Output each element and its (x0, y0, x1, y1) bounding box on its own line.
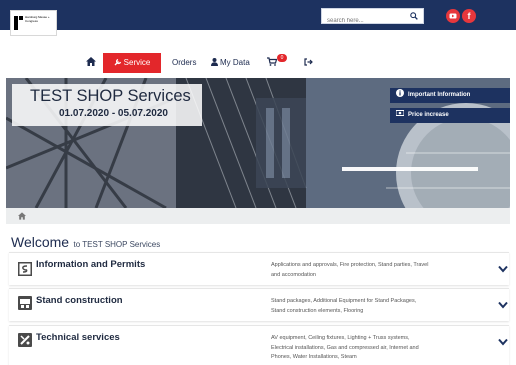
service-title: Information and Permits (36, 259, 146, 270)
service-title: Stand construction (36, 295, 123, 306)
logo-mark-dot (19, 16, 23, 20)
hero-title-panel: TEST SHOP Services 01.07.2020 - 05.07.20… (12, 84, 202, 126)
hero-title: TEST SHOP Services (30, 87, 191, 105)
main-nav: Service Orders My Data 0 (0, 48, 516, 78)
search-icon[interactable] (410, 12, 418, 20)
permit-document-icon (18, 262, 32, 276)
money-icon (396, 110, 404, 116)
info-icon (396, 89, 404, 97)
search-box[interactable] (321, 8, 424, 28)
facebook-icon[interactable]: f (462, 9, 476, 23)
nav-mydata[interactable]: My Data (211, 53, 250, 73)
service-title: Technical services (36, 332, 120, 343)
nav-mydata-label: My Data (220, 58, 250, 67)
nav-service[interactable]: Service (103, 53, 161, 73)
home-icon (86, 57, 96, 66)
nav-orders[interactable]: Orders (172, 53, 196, 73)
service-description: Stand packages, Additional Equipment for… (271, 298, 417, 314)
service-description: Applications and approvals, Fire protect… (271, 262, 429, 278)
important-information-link[interactable]: Important Information (390, 88, 510, 103)
breadcrumb (6, 208, 510, 224)
logo-text: Hamburg Messe + Congress (25, 15, 50, 23)
chevron-down-icon[interactable] (498, 338, 508, 346)
service-row-stand-construction[interactable]: Stand construction Stand packages, Addit… (9, 288, 509, 321)
hero-dates: 01.07.2020 - 05.07.2020 (59, 108, 168, 119)
price-increase-link[interactable]: Price increase (390, 108, 510, 123)
chevron-down-icon[interactable] (498, 301, 508, 309)
price-increase-label: Price increase (408, 112, 449, 118)
youtube-icon[interactable] (446, 9, 460, 23)
welcome-title: Welcome (11, 234, 70, 250)
welcome-heading: Welcome to TEST SHOP Services (11, 234, 160, 252)
welcome-subtitle: to TEST SHOP Services (73, 240, 161, 249)
wrench-icon (114, 58, 121, 66)
logout-icon (304, 58, 313, 66)
home-icon[interactable] (18, 212, 26, 220)
service-row-technical-services[interactable]: Technical services AV equipment, Ceiling… (9, 325, 509, 365)
top-bar: f (0, 0, 516, 30)
cart-icon (267, 57, 278, 66)
service-row-information-permits[interactable]: Information and Permits Applications and… (9, 252, 509, 285)
technical-tools-icon (18, 333, 32, 347)
logo-mark (14, 16, 18, 30)
service-description: AV equipment, Ceiling fixtures, Lighting… (271, 335, 419, 360)
search-input[interactable] (322, 14, 404, 28)
nav-home[interactable] (86, 53, 96, 73)
cart-count-badge: 0 (277, 54, 287, 62)
user-icon (211, 58, 218, 66)
hero-banner: TEST SHOP Services 01.07.2020 - 05.07.20… (6, 78, 510, 208)
stand-construction-icon (18, 296, 32, 310)
nav-service-label: Service (123, 58, 151, 67)
important-information-label: Important Information (408, 92, 471, 98)
nav-cart[interactable] (267, 53, 278, 73)
chevron-down-icon[interactable] (498, 265, 508, 273)
nav-logout[interactable] (304, 53, 313, 73)
logo[interactable]: Hamburg Messe + Congress (10, 10, 57, 36)
